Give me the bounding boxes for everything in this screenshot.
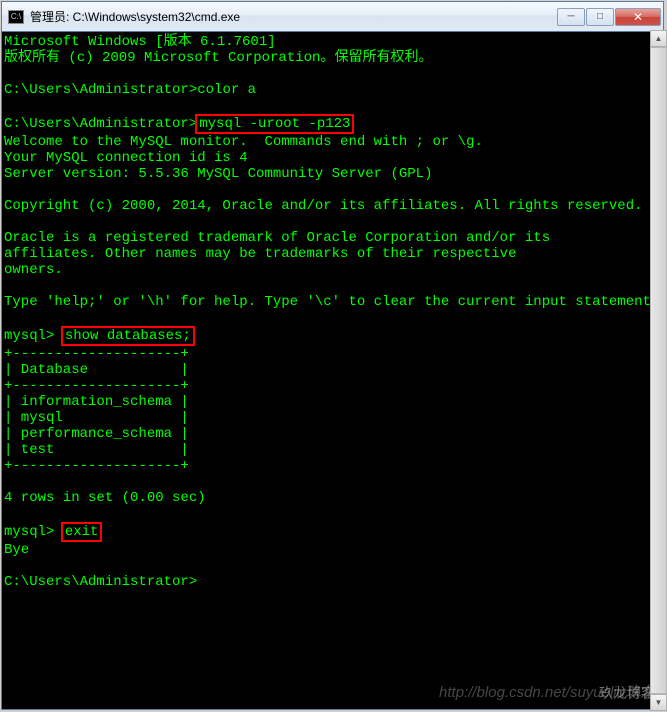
terminal-content[interactable]: Microsoft Windows [版本 6.1.7601] 版权所有 (c)… (2, 32, 663, 709)
vertical-scrollbar[interactable]: ▲ ▼ (650, 30, 667, 711)
watermark-overlay: 玖龙博客 (599, 685, 655, 701)
table-border: +--------------------+ (4, 346, 189, 362)
minimize-button[interactable]: ─ (557, 8, 585, 26)
window-controls: ─ □ ✕ (557, 8, 661, 26)
oracle-trademark: owners. (4, 262, 63, 278)
oracle-trademark: affiliates. Other names may be trademark… (4, 246, 516, 262)
maximize-button[interactable]: □ (586, 8, 614, 26)
table-header: | Database | (4, 362, 189, 378)
scroll-track[interactable] (650, 47, 667, 694)
table-row: | performance_schema | (4, 426, 189, 442)
scroll-thumb[interactable] (650, 47, 667, 694)
close-button[interactable]: ✕ (615, 8, 661, 26)
cmd-icon: C:\ (8, 10, 24, 24)
table-row: | test | (4, 442, 189, 458)
bye-message: Bye (4, 542, 29, 558)
mysql-prompt: mysql> (4, 524, 63, 540)
highlighted-exit: exit (61, 522, 103, 542)
table-row: | mysql | (4, 410, 189, 426)
mysql-welcome: Welcome to the MySQL monitor. Commands e… (4, 134, 483, 150)
mysql-connection-id: Your MySQL connection id is 4 (4, 150, 248, 166)
cmd-window: C:\ 管理员: C:\Windows\system32\cmd.exe ─ □… (1, 1, 664, 710)
mysql-server-version: Server version: 5.5.36 MySQL Community S… (4, 166, 432, 182)
mysql-help-hint: Type 'help;' or '\h' for help. Type '\c'… (4, 294, 659, 310)
prompt: C:\Users\Administrator> (4, 574, 197, 590)
os-version: Microsoft Windows [版本 6.1.7601] (4, 34, 276, 50)
prompt: C:\Users\Administrator> (4, 116, 197, 132)
scroll-down-button[interactable]: ▼ (650, 694, 667, 711)
mysql-copyright: Copyright (c) 2000, 2014, Oracle and/or … (4, 198, 643, 214)
table-border: +--------------------+ (4, 378, 189, 394)
highlighted-show-databases: show databases; (61, 326, 195, 346)
rows-result: 4 rows in set (0.00 sec) (4, 490, 206, 506)
mysql-prompt: mysql> (4, 328, 63, 344)
highlighted-mysql-login: mysql -uroot -p123 (195, 114, 354, 134)
copyright-line: 版权所有 (c) 2009 Microsoft Corporation。保留所有… (4, 50, 432, 66)
table-border: +--------------------+ (4, 458, 189, 474)
oracle-trademark: Oracle is a registered trademark of Orac… (4, 230, 550, 246)
prompt: C:\Users\Administrator> (4, 82, 197, 98)
table-row: | information_schema | (4, 394, 189, 410)
window-title: 管理员: C:\Windows\system32\cmd.exe (30, 8, 557, 25)
scroll-up-button[interactable]: ▲ (650, 30, 667, 47)
command-color: color a (197, 82, 256, 98)
titlebar[interactable]: C:\ 管理员: C:\Windows\system32\cmd.exe ─ □… (2, 2, 663, 32)
